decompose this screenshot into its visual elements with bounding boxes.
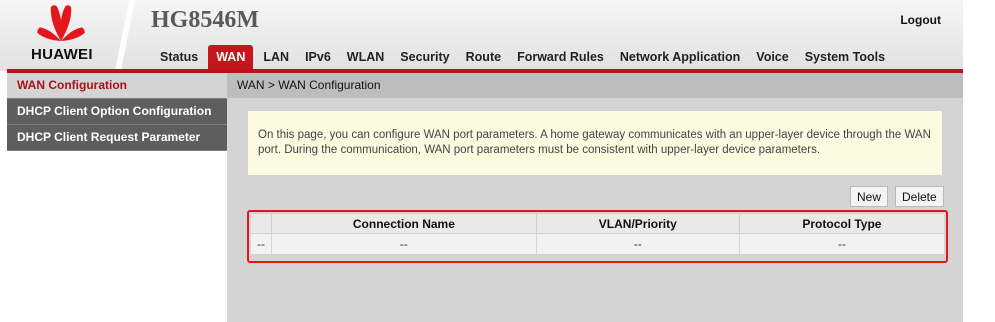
nav-tab-system-tools[interactable]: System Tools: [797, 45, 893, 69]
table-header-select: [251, 214, 272, 234]
nav-tab-ipv6[interactable]: IPv6: [297, 45, 339, 69]
huawei-petals-icon: [31, 4, 91, 43]
device-model: HG8546M: [151, 7, 259, 33]
table-header-row: Connection Name VLAN/Priority Protocol T…: [251, 214, 944, 234]
header-divider: [115, 0, 135, 71]
table-cell-select: --: [251, 233, 272, 254]
nav-tab-security[interactable]: Security: [392, 45, 457, 69]
header: HUAWEI HG8546M Logout Status WAN LAN IPv…: [0, 0, 963, 71]
nav-tab-wlan[interactable]: WLAN: [339, 45, 393, 69]
logo-text: HUAWEI: [31, 46, 93, 63]
table-cell-connection-name: --: [271, 233, 537, 254]
table-cell-vlan-priority: --: [536, 233, 740, 254]
sidebar-item-dhcp-client-option-configuration[interactable]: DHCP Client Option Configuration: [7, 99, 227, 125]
wan-connection-table: Connection Name VLAN/Priority Protocol T…: [251, 214, 944, 254]
table-cell-protocol-type: --: [739, 233, 944, 254]
logout-link[interactable]: Logout: [900, 13, 941, 27]
nav-tab-forward-rules[interactable]: Forward Rules: [509, 45, 612, 69]
table-header-protocol-type: Protocol Type: [739, 214, 944, 234]
nav-tab-network-application[interactable]: Network Application: [612, 45, 748, 69]
sidebar-item-wan-configuration[interactable]: WAN Configuration: [7, 73, 227, 99]
new-button[interactable]: New: [850, 186, 889, 207]
table-header-connection-name: Connection Name: [271, 214, 537, 234]
huawei-logo: HUAWEI: [7, 0, 117, 71]
sidebar: WAN Configuration DHCP Client Option Con…: [7, 73, 227, 322]
nav-tab-route[interactable]: Route: [458, 45, 509, 69]
top-nav: Status WAN LAN IPv6 WLAN Security Route …: [152, 45, 893, 69]
table-header-vlan-priority: VLAN/Priority: [536, 214, 740, 234]
wan-table-highlight: Connection Name VLAN/Priority Protocol T…: [247, 210, 948, 263]
nav-tab-status[interactable]: Status: [152, 45, 206, 69]
main-content: WAN > WAN Configuration On this page, yo…: [227, 73, 963, 322]
sidebar-item-dhcp-client-request-parameter[interactable]: DHCP Client Request Parameter: [7, 125, 227, 151]
nav-tab-wan[interactable]: WAN: [208, 45, 254, 69]
info-box: On this page, you can configure WAN port…: [248, 111, 942, 175]
breadcrumb: WAN > WAN Configuration: [227, 73, 963, 98]
delete-button[interactable]: Delete: [895, 186, 944, 207]
table-row[interactable]: -- -- -- --: [251, 233, 944, 254]
nav-tab-voice[interactable]: Voice: [748, 45, 796, 69]
nav-tab-lan[interactable]: LAN: [255, 45, 297, 69]
